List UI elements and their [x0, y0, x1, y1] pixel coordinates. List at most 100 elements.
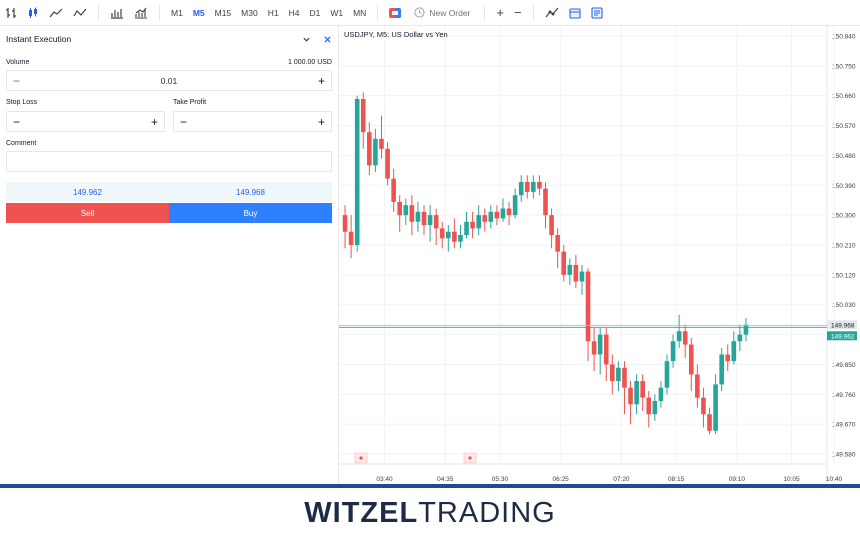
- take-profit-increase-button[interactable]: +: [318, 116, 325, 128]
- bid-price-label: 149.962: [831, 333, 855, 340]
- stop-loss-increase-button[interactable]: +: [151, 116, 158, 128]
- candle-body: [695, 374, 700, 398]
- candle-body: [470, 221, 475, 229]
- candle-body: [707, 414, 712, 431]
- take-profit-label: Take Profit: [173, 99, 207, 106]
- new-order-label: New Order: [429, 7, 471, 18]
- volume-increase-button[interactable]: +: [318, 75, 325, 87]
- toolbar: M1 M5 M15 M30 H1 H4 D1 W1 MN New Order +…: [0, 0, 860, 26]
- zoom-out-icon[interactable]: −: [509, 0, 527, 26]
- candle-body: [664, 361, 670, 388]
- candle-body: [610, 364, 615, 382]
- candle-body: [445, 231, 451, 239]
- calendar-icon[interactable]: [564, 0, 586, 26]
- candle-body: [458, 235, 463, 242]
- candle-body: [719, 354, 724, 385]
- chart-title: USDJPY, M5: US Dollar vs Yen: [344, 30, 448, 39]
- timeframe-m15[interactable]: M15: [210, 8, 237, 18]
- y-tick-label: 150.660: [832, 93, 856, 100]
- candle-body: [737, 334, 743, 342]
- panel-header: Instant Execution: [0, 26, 338, 52]
- new-order-button[interactable]: New Order: [406, 7, 478, 18]
- candlestick-chart-icon[interactable]: [22, 0, 44, 26]
- toolbar-divider: [159, 4, 160, 21]
- timeframe-mn[interactable]: MN: [348, 8, 371, 18]
- candle-body: [500, 208, 506, 219]
- candle-body: [652, 400, 658, 415]
- ask-price-label: 149.968: [831, 322, 855, 329]
- y-tick-label: 150.570: [832, 123, 856, 130]
- price-row: 149.962 149.968: [6, 182, 332, 202]
- news-icon[interactable]: [586, 0, 608, 26]
- candle-body: [391, 178, 396, 202]
- stop-loss-decrease-button[interactable]: −: [13, 116, 20, 128]
- candle-body: [518, 181, 524, 196]
- volume-usd: 1 000.00 USD: [288, 59, 332, 66]
- order-panel: Instant Execution Volume 1 000.00 USD − …: [0, 26, 339, 484]
- area-line-icon[interactable]: [68, 0, 92, 26]
- candle-body: [640, 381, 646, 398]
- y-tick-label: 150.030: [832, 302, 856, 309]
- candle-body: [348, 231, 354, 245]
- indicators-icon[interactable]: [105, 0, 129, 26]
- take-profit-stepper[interactable]: − +: [173, 111, 332, 132]
- bar-chart-icon[interactable]: [0, 0, 22, 26]
- clock-icon: [414, 7, 425, 18]
- brand-name-part2: TRADING: [418, 496, 556, 529]
- timeframe-d1[interactable]: D1: [304, 8, 325, 18]
- x-tick-label: 04:35: [437, 476, 454, 483]
- candle-body: [743, 324, 749, 335]
- one-click-trading-icon[interactable]: [384, 0, 406, 26]
- x-tick-label: 05:30: [492, 476, 509, 483]
- candle-body: [482, 215, 488, 222]
- zoom-in-icon[interactable]: +: [491, 0, 509, 26]
- volume-stepper[interactable]: − 0.01 +: [6, 70, 332, 91]
- brand-logo: WITZEL TRADING: [0, 488, 860, 538]
- take-profit-decrease-button[interactable]: −: [180, 116, 187, 128]
- timeframe-m30[interactable]: M30: [236, 8, 263, 18]
- buy-button[interactable]: Buy: [169, 203, 332, 223]
- timeframe-m5[interactable]: M5: [188, 8, 210, 18]
- ask-price: 149.968: [236, 187, 265, 197]
- brand-name-part1: WITZEL: [304, 496, 419, 529]
- candle-body: [561, 251, 567, 275]
- timeframe-w1[interactable]: W1: [325, 8, 348, 18]
- sell-button[interactable]: Sell: [6, 203, 169, 223]
- comment-input[interactable]: [6, 151, 332, 172]
- chevron-down-icon[interactable]: [302, 35, 311, 44]
- volume-indicator-icon[interactable]: [129, 0, 153, 26]
- volume-decrease-button[interactable]: −: [13, 75, 20, 87]
- toolbar-divider: [377, 4, 379, 21]
- y-tick-label: 150.210: [832, 243, 856, 250]
- candle-body: [494, 211, 500, 219]
- candle-body: [682, 331, 688, 345]
- y-tick-label: 149.850: [832, 362, 856, 369]
- candle-body: [622, 367, 627, 388]
- candle-body: [579, 271, 585, 282]
- y-tick-label: 150.480: [832, 153, 856, 160]
- chart-area[interactable]: 150.840 150.750 150.660 150.570 150.480 150.3…: [339, 26, 860, 484]
- candlestick-chart[interactable]: 150.840 150.750 150.660 150.570 150.480 150.3…: [339, 26, 860, 484]
- candle-body: [512, 195, 518, 216]
- stop-loss-stepper[interactable]: − +: [6, 111, 165, 132]
- drawing-tools-icon[interactable]: [540, 0, 564, 26]
- timeframe-h1[interactable]: H1: [263, 8, 284, 18]
- candle-body: [616, 367, 621, 382]
- x-tick-label: 10:40: [826, 476, 843, 483]
- stop-loss-label: Stop Loss: [6, 99, 38, 106]
- timeframe-m1[interactable]: M1: [166, 8, 188, 18]
- volume-input[interactable]: 0.01: [20, 76, 318, 86]
- candle-body: [452, 231, 457, 242]
- y-tick-label: 149.760: [832, 392, 856, 399]
- x-tick-label: 06:25: [553, 476, 570, 483]
- candle-body: [567, 264, 573, 275]
- candle-body: [385, 148, 390, 179]
- close-icon[interactable]: [323, 35, 332, 44]
- x-tick-label: 07:20: [613, 476, 630, 483]
- trade-buttons: Sell Buy: [6, 203, 332, 223]
- timeframe-h4[interactable]: H4: [284, 8, 305, 18]
- x-tick-label: 03:40: [376, 476, 393, 483]
- line-chart-icon[interactable]: [44, 0, 68, 26]
- volume-label: Volume: [6, 59, 30, 66]
- candle-body: [713, 384, 718, 431]
